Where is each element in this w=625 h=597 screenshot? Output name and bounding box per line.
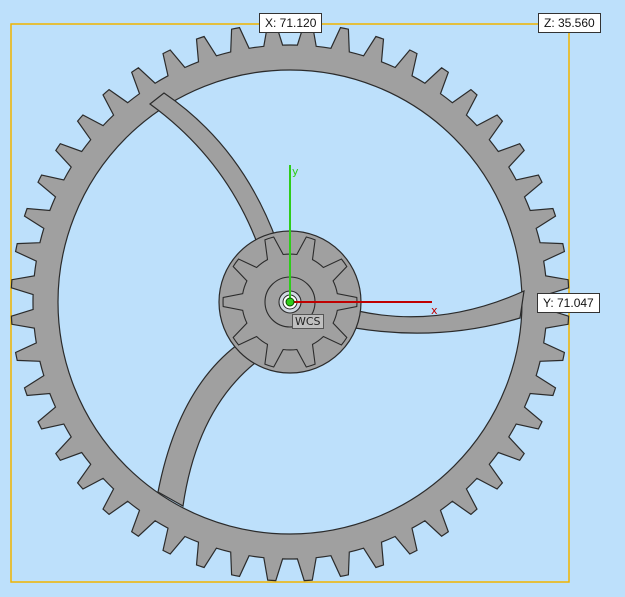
y-dimension-label[interactable]: Y: 71.047 bbox=[537, 293, 600, 313]
gear-spoke[interactable] bbox=[354, 290, 525, 334]
cad-3d-viewport[interactable]: y x WCS X: 71.120 Z: 35.560 Y: 71.047 bbox=[0, 0, 625, 597]
y-axis-label: y bbox=[292, 165, 299, 178]
gear-model-scene[interactable]: y x bbox=[0, 0, 625, 597]
x-dimension-label[interactable]: X: 71.120 bbox=[259, 13, 323, 33]
gear-spoke[interactable] bbox=[157, 344, 256, 507]
z-dimension-label[interactable]: Z: 35.560 bbox=[538, 13, 601, 33]
gear-spoke[interactable] bbox=[149, 92, 278, 249]
coordinate-system-name: WCS bbox=[292, 314, 324, 329]
origin-marker bbox=[285, 297, 295, 307]
x-axis-label: x bbox=[431, 304, 438, 317]
